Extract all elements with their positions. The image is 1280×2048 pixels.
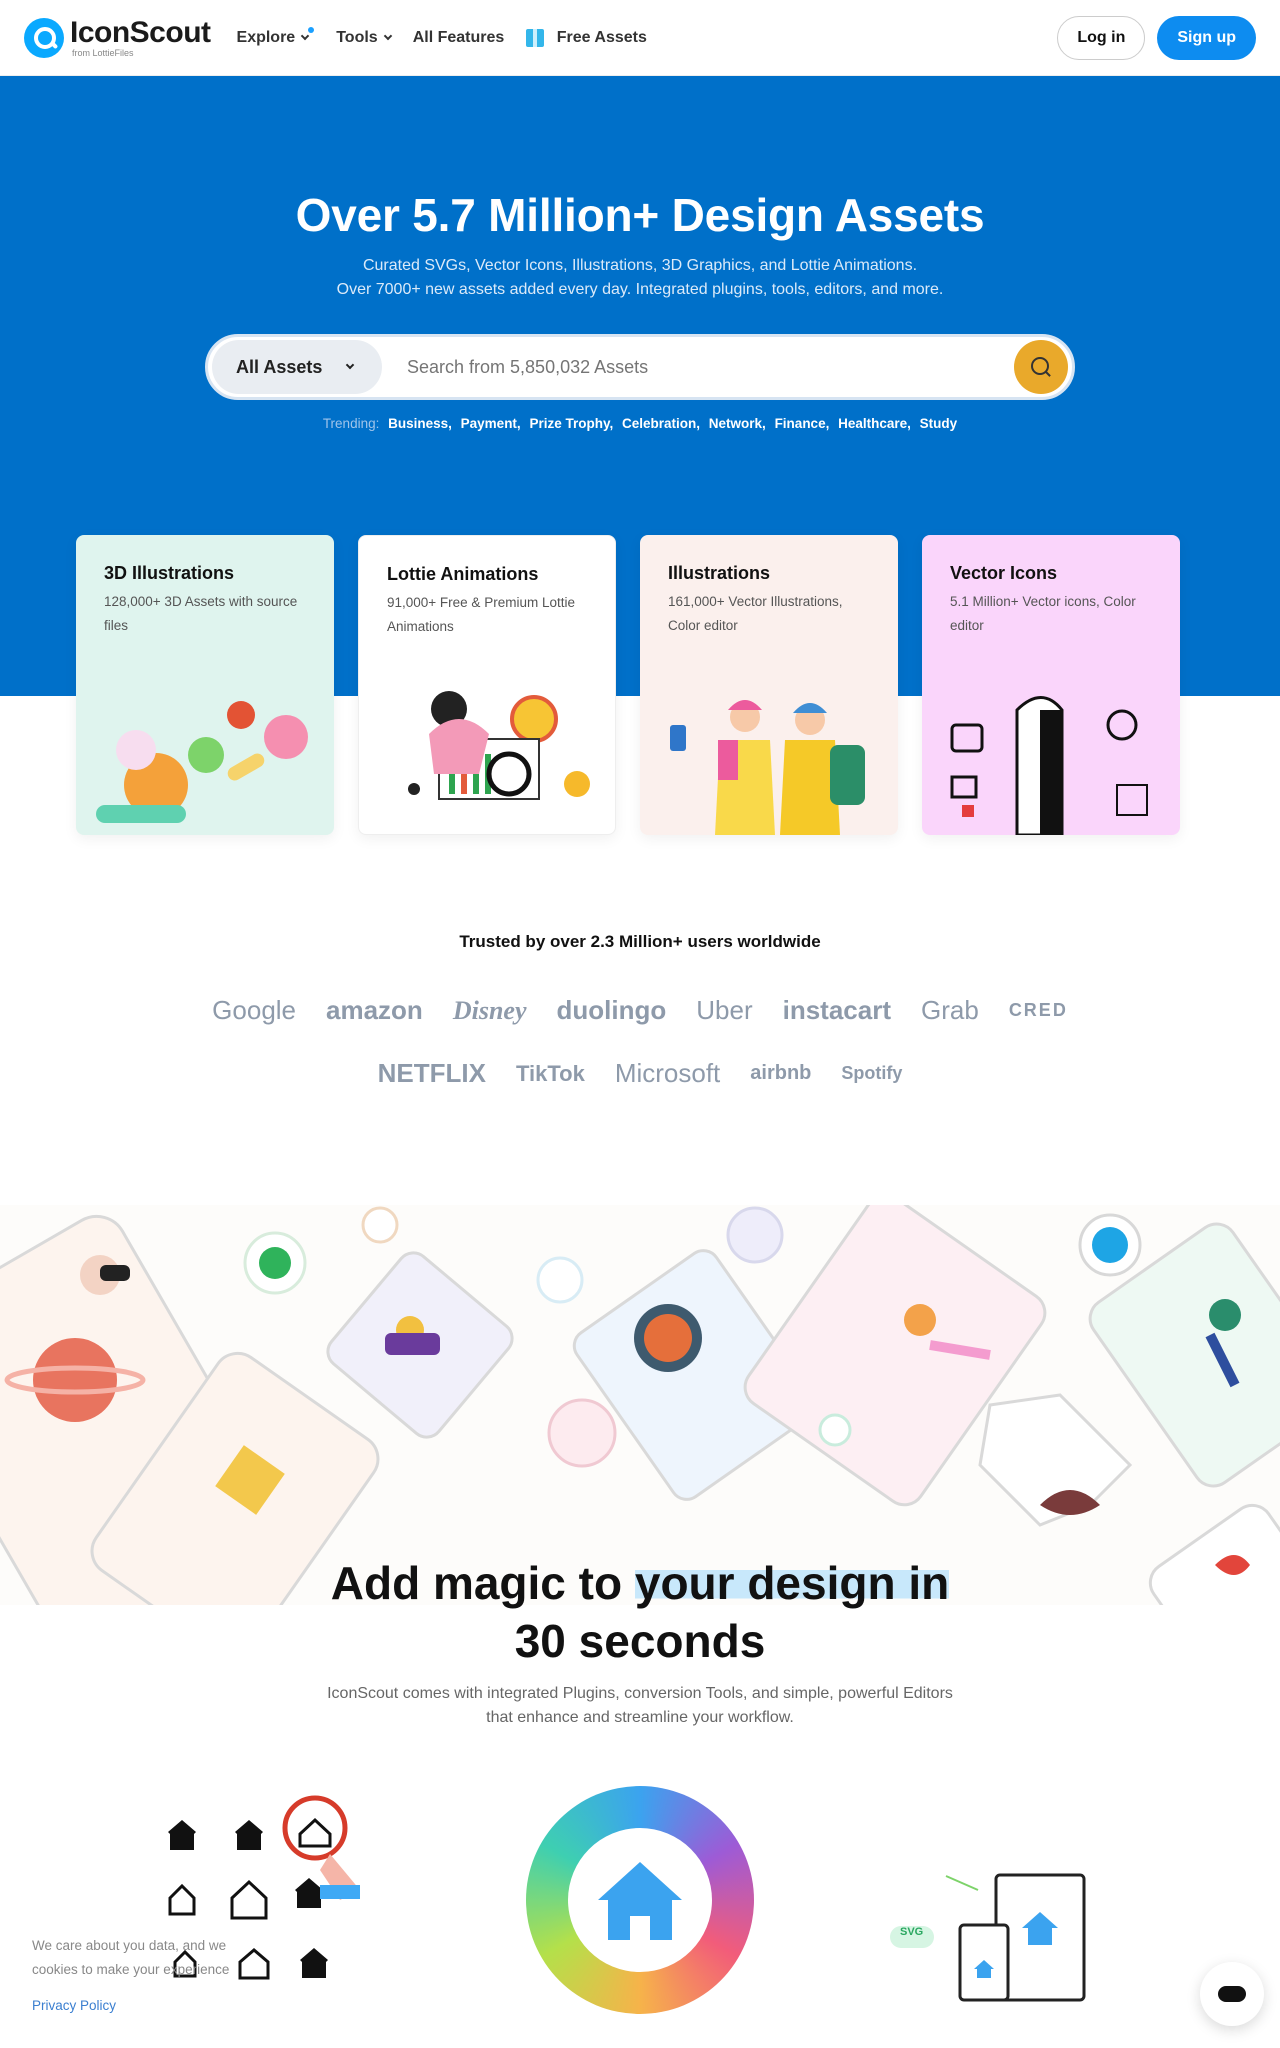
- uber-logo: Uber: [696, 995, 753, 1025]
- trending-link[interactable]: Healthcare,: [838, 416, 911, 431]
- nav-free-assets-label: Free Assets: [556, 28, 647, 46]
- magic-subtitle: IconScout comes with integrated Plugins,…: [0, 1682, 1280, 1730]
- airbnb-logo: airbnb: [750, 1062, 812, 1084]
- card-3d-illustrations[interactable]: 3D Illustrations 128,000+ 3D Assets with…: [76, 535, 334, 835]
- chevron-down-icon: [383, 31, 392, 40]
- nav-all-features[interactable]: All Features: [413, 29, 505, 47]
- nav-tools-label: Tools: [336, 28, 378, 46]
- search-button[interactable]: [1014, 340, 1068, 394]
- spotify-logo: Spotify: [841, 1063, 903, 1083]
- category-cards: 3D Illustrations 128,000+ 3D Assets with…: [76, 535, 1180, 835]
- trending-link[interactable]: Business,: [388, 416, 452, 431]
- lottie-animation-art: [408, 691, 590, 800]
- hero-subtitle-line1: Curated SVGs, Vector Icons, Illustration…: [362, 257, 918, 274]
- google-logo: Google: [212, 995, 297, 1025]
- card-vector-icons[interactable]: Vector Icons 5.1 Million+ Vector icons, …: [922, 535, 1180, 835]
- magic-heading-part2: 30 seconds: [514, 1615, 766, 1667]
- trending-link[interactable]: Celebration,: [622, 416, 700, 431]
- nav-explore-label: Explore: [236, 28, 296, 46]
- chat-widget-button[interactable]: [1200, 1962, 1264, 2026]
- responsive-devices-illustration: [890, 1873, 1086, 2002]
- signup-button[interactable]: Sign up: [1157, 15, 1256, 60]
- new-dot-icon: [308, 26, 315, 33]
- magic-heading-highlight: your design in: [634, 1557, 950, 1609]
- svg-badge: SVG: [900, 1926, 924, 1938]
- trending-link[interactable]: Payment,: [461, 416, 521, 431]
- iconscout-logo[interactable]: IconScout from LottieFiles: [24, 15, 211, 58]
- 3d-illustration-art: [96, 701, 308, 823]
- gift-icon: [526, 28, 545, 47]
- magic-subtitle-line2: that enhance and streamline your workflo…: [486, 1709, 794, 1726]
- disney-logo: Disney: [452, 995, 527, 1025]
- card-desc: 91,000+ Free & Premium Lottie Animations: [387, 595, 575, 634]
- brand-logos-row1: Google amazon Disney duolingo Uber insta…: [0, 995, 1280, 1026]
- nav-explore[interactable]: Explore: [236, 26, 315, 47]
- top-navigation: IconScout from LottieFiles Explore Tools…: [0, 0, 1280, 76]
- chevron-down-icon: [346, 360, 355, 370]
- devices-illustration: [0, 1205, 1280, 1605]
- netflix-logo: NETFLIX: [377, 1058, 486, 1088]
- asset-type-dropdown[interactable]: All Assets: [212, 340, 382, 394]
- card-title: Illustrations: [668, 563, 771, 583]
- card-lottie-animations[interactable]: Lottie Animations 91,000+ Free & Premium…: [358, 535, 616, 835]
- nav-free-assets[interactable]: Free Assets: [526, 28, 647, 47]
- card-title: Vector Icons: [950, 563, 1058, 583]
- login-button[interactable]: Log in: [1057, 15, 1146, 60]
- trending-link[interactable]: Network,: [709, 416, 766, 431]
- grab-logo: Grab: [921, 995, 979, 1025]
- microsoft-logo: Microsoft: [614, 1058, 721, 1088]
- trending-link[interactable]: Prize Trophy,: [529, 416, 613, 431]
- trusted-title: Trusted by over 2.3 Million+ users world…: [459, 932, 821, 951]
- tiktok-logo: TikTok: [515, 1060, 585, 1086]
- card-desc: 161,000+ Vector Illustrations, Color edi…: [668, 594, 843, 633]
- card-desc: 5.1 Million+ Vector icons, Color editor: [950, 594, 1136, 633]
- cred-logo: CRED: [1008, 1000, 1068, 1020]
- magic-heading-part1: Add magic to: [330, 1557, 635, 1609]
- hero-title: Over 5.7 Million+ Design Assets: [295, 189, 985, 241]
- logo-sub: from LottieFiles: [72, 47, 134, 58]
- chevron-down-icon: [300, 31, 310, 40]
- card-title: 3D Illustrations: [104, 563, 235, 583]
- travel-illustration-art: [670, 700, 865, 835]
- trending-link[interactable]: Finance,: [775, 416, 830, 431]
- nav-tools[interactable]: Tools: [336, 28, 392, 47]
- search-bar: All Assets: [205, 334, 1075, 400]
- asset-type-label: All Assets: [236, 356, 323, 377]
- cookie-notice: We care about you data, and we cookies t…: [32, 1934, 262, 2018]
- hero-subtitle: Curated SVGs, Vector Icons, Illustration…: [0, 254, 1280, 302]
- amazon-logo: amazon: [326, 995, 423, 1025]
- privacy-policy-link[interactable]: Privacy Policy: [32, 1994, 262, 2018]
- devices-illustration-banner: [0, 1205, 1280, 1605]
- duolingo-logo: duolingo: [556, 995, 667, 1025]
- hero-subtitle-line2: Over 7000+ new assets added every day. I…: [336, 281, 944, 298]
- magic-heading: Add magic to your design in 30 seconds: [0, 1554, 1280, 1670]
- house-icon: [598, 1862, 682, 1940]
- search-input[interactable]: [382, 340, 1014, 394]
- instacart-logo: instacart: [782, 995, 891, 1025]
- card-illustrations[interactable]: Illustrations 161,000+ Vector Illustrati…: [640, 535, 898, 835]
- cookie-text: We care about you data, and we cookies t…: [32, 1938, 230, 1977]
- magic-subtitle-line1: IconScout comes with integrated Plugins,…: [327, 1685, 953, 1702]
- logo-name: IconScout: [70, 15, 211, 49]
- trending-list: Trending: Business, Payment, Prize Troph…: [0, 416, 1280, 431]
- logo-search-icon: [24, 17, 64, 58]
- brand-logos-row2: NETFLIX TikTok Microsoft airbnb Spotify: [0, 1058, 1280, 1089]
- trending-label: Trending:: [322, 416, 380, 431]
- card-title: Lottie Animations: [387, 564, 539, 584]
- trending-link[interactable]: Study: [920, 416, 958, 431]
- color-wheel-illustration: [526, 1786, 754, 2014]
- vector-icons-art: [950, 696, 1148, 835]
- card-desc: 128,000+ 3D Assets with source files: [104, 594, 298, 633]
